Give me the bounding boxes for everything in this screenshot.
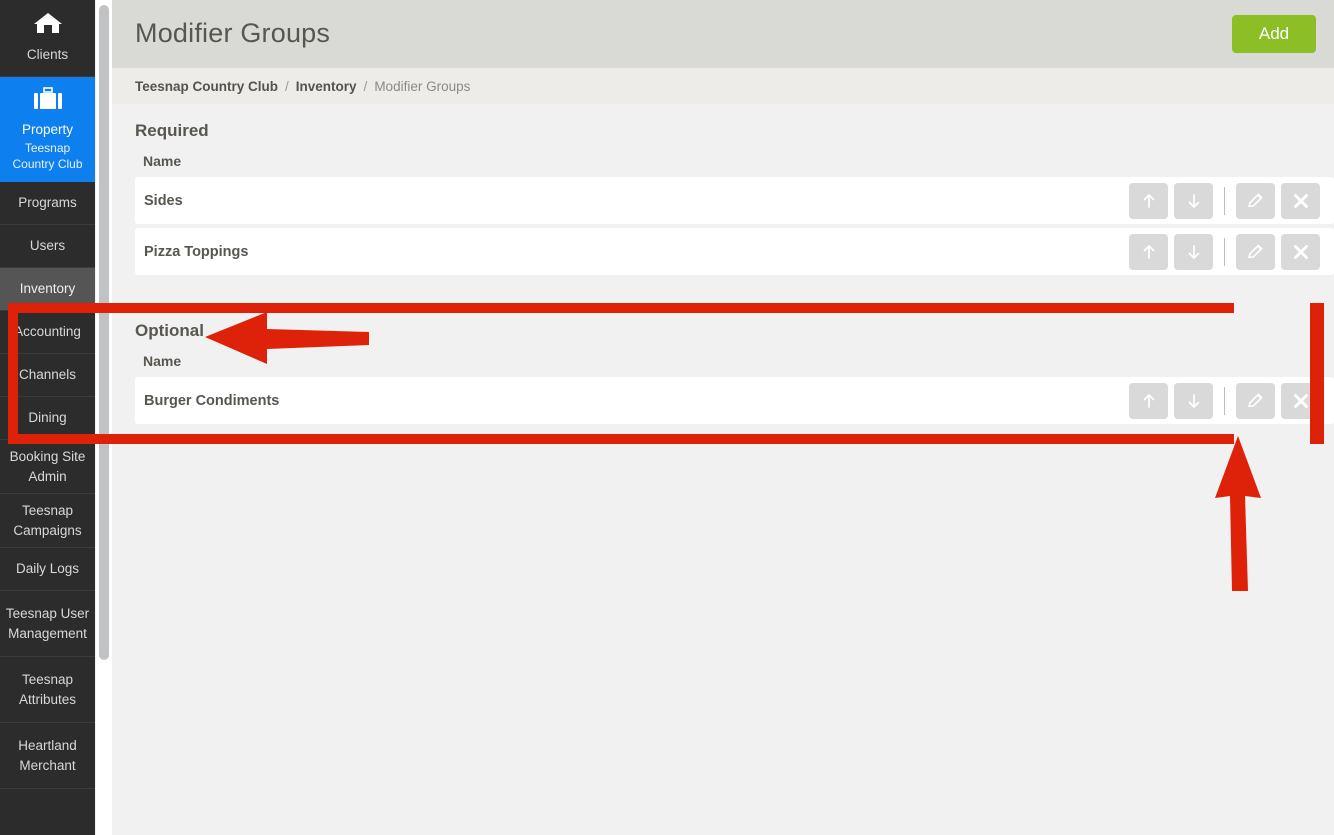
sidebar-item-label: Channels — [19, 365, 76, 385]
sidebar-item-label: Inventory — [20, 279, 76, 299]
row-actions — [1129, 228, 1320, 275]
sidebar-item-label: Teesnap User Management — [4, 604, 91, 643]
edit-button[interactable] — [1236, 183, 1275, 219]
move-down-button[interactable] — [1174, 383, 1213, 419]
sidebar-item-label: Programs — [18, 193, 77, 213]
table-row[interactable]: Pizza Toppings — [135, 228, 1334, 275]
annotation-arrow-up — [1215, 436, 1261, 591]
sidebar-item-label: Heartland Merchant — [4, 736, 91, 775]
breadcrumb-item-property[interactable]: Teesnap Country Club — [135, 79, 278, 94]
sidebar-item-heartland-merchant[interactable]: Heartland Merchant — [0, 723, 95, 789]
action-divider — [1224, 187, 1225, 215]
edit-button[interactable] — [1236, 234, 1275, 270]
sidebar-item-daily-logs[interactable]: Daily Logs — [0, 548, 95, 591]
table-row[interactable]: Burger Condiments — [135, 377, 1334, 424]
pencil-icon — [1246, 242, 1265, 261]
move-up-button[interactable] — [1129, 183, 1168, 219]
annotation-highlight-box-edge — [1310, 303, 1324, 444]
pencil-icon — [1246, 391, 1265, 410]
move-up-button[interactable] — [1129, 383, 1168, 419]
briefcase-icon — [33, 87, 63, 117]
sidebar-item-programs[interactable]: Programs — [0, 182, 95, 225]
edit-button[interactable] — [1236, 383, 1275, 419]
row-name: Pizza Toppings — [135, 244, 248, 260]
sidebar-item-clients[interactable]: Clients — [0, 0, 95, 77]
sidebar-item-label: Accounting — [14, 322, 81, 342]
close-icon — [1292, 243, 1310, 261]
delete-button[interactable] — [1281, 234, 1320, 270]
sidebar-item-teesnap-user-management[interactable]: Teesnap User Management — [0, 591, 95, 657]
sidebar-item-inventory[interactable]: Inventory — [0, 268, 95, 311]
sidebar-property-name: Teesnap Country Club — [4, 140, 91, 172]
row-name: Burger Condiments — [135, 393, 279, 409]
sidebar-item-label: Users — [30, 236, 65, 256]
breadcrumb-separator: / — [285, 79, 289, 94]
app-root: Clients Property Teesnap Country Club Pr… — [0, 0, 1334, 835]
sidebar-item-channels[interactable]: Channels — [0, 354, 95, 397]
sidebar-item-booking-site-admin[interactable]: Booking Site Admin — [0, 440, 95, 494]
main-content: Modifier Groups Add Teesnap Country Club… — [112, 0, 1334, 835]
move-down-button[interactable] — [1174, 234, 1213, 270]
action-divider — [1224, 238, 1225, 266]
delete-button[interactable] — [1281, 183, 1320, 219]
sidebar-item-teesnap-campaigns[interactable]: Teesnap Campaigns — [0, 494, 95, 548]
sidebar-item-label: Dining — [28, 408, 66, 428]
action-divider — [1224, 387, 1225, 415]
sidebar-item-property[interactable]: Property Teesnap Country Club — [0, 77, 95, 182]
close-icon — [1292, 392, 1310, 410]
arrow-up-icon — [1140, 243, 1158, 261]
arrow-down-icon — [1185, 392, 1203, 410]
sidebar-item-users[interactable]: Users — [0, 225, 95, 268]
page-header: Modifier Groups Add — [112, 0, 1334, 68]
sidebar: Clients Property Teesnap Country Club Pr… — [0, 0, 95, 835]
breadcrumb: Teesnap Country Club / Inventory / Modif… — [112, 68, 1334, 104]
close-icon — [1292, 192, 1310, 210]
arrow-up-icon — [1140, 392, 1158, 410]
sidebar-scrollbar-thumb[interactable] — [99, 5, 109, 660]
content-area: Required Name Sides — [112, 104, 1334, 424]
sidebar-item-teesnap-attributes[interactable]: Teesnap Attributes — [0, 657, 95, 723]
sidebar-item-label: Teesnap Campaigns — [4, 501, 91, 540]
add-button[interactable]: Add — [1232, 15, 1316, 53]
arrow-down-icon — [1185, 192, 1203, 210]
row-actions — [1129, 177, 1320, 224]
section-required: Required Name Sides — [112, 104, 1334, 275]
arrow-down-icon — [1185, 243, 1203, 261]
move-up-button[interactable] — [1129, 234, 1168, 270]
row-actions — [1129, 377, 1320, 424]
move-down-button[interactable] — [1174, 183, 1213, 219]
column-header-name: Name — [135, 143, 1334, 177]
row-name: Sides — [135, 193, 183, 209]
sidebar-item-dining[interactable]: Dining — [0, 397, 95, 440]
table-row[interactable]: Sides — [135, 177, 1334, 224]
sidebar-item-accounting[interactable]: Accounting — [0, 311, 95, 354]
pencil-icon — [1246, 191, 1265, 210]
sidebar-item-label: Daily Logs — [16, 559, 79, 579]
sidebar-item-label: Clients — [27, 45, 68, 65]
annotation-arrow-left — [205, 312, 375, 367]
sidebar-item-label: Teesnap Attributes — [4, 670, 91, 709]
breadcrumb-item-inventory[interactable]: Inventory — [296, 79, 357, 94]
breadcrumb-separator: / — [364, 79, 368, 94]
section-title: Required — [135, 104, 1334, 143]
sidebar-item-label: Booking Site Admin — [4, 447, 91, 486]
sidebar-item-label: Property — [22, 120, 73, 140]
page-title: Modifier Groups — [135, 18, 330, 49]
breadcrumb-item-current: Modifier Groups — [374, 79, 470, 94]
arrow-up-icon — [1140, 192, 1158, 210]
home-icon — [33, 11, 63, 41]
